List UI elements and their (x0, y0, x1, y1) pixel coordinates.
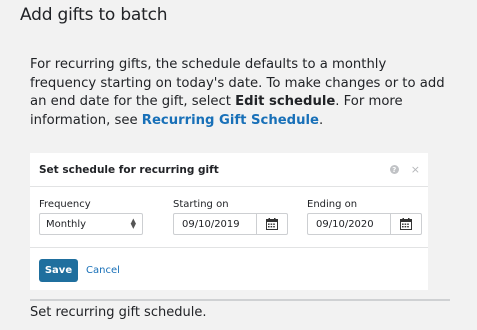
calendar-icon (266, 218, 278, 230)
recurring-gift-schedule-link[interactable]: Recurring Gift Schedule (142, 113, 319, 128)
modal-footer: Save Cancel (39, 259, 120, 282)
help-icon[interactable]: ? (389, 165, 399, 174)
schedule-modal: Set schedule for recurring gift ? × Freq… (30, 153, 428, 290)
starting-on-calendar-button[interactable] (256, 214, 287, 234)
ending-on-value: 09/10/2020 (316, 218, 374, 230)
intro-paragraph: For recurring gifts, the schedule defaul… (30, 56, 450, 130)
modal-title: Set schedule for recurring gift (39, 163, 219, 176)
starting-on-value: 09/10/2019 (182, 218, 240, 230)
caption-divider (30, 299, 450, 301)
figure-caption: Set recurring gift schedule. (30, 305, 207, 320)
calendar-icon (400, 218, 412, 230)
intro-text-3: . (318, 112, 324, 128)
modal-header: Set schedule for recurring gift ? × (30, 153, 428, 187)
ending-on-label: Ending on (307, 199, 358, 210)
select-arrows-icon: ▲ ▼ (130, 217, 136, 230)
frequency-value: Monthly (46, 218, 87, 230)
save-button[interactable]: Save (39, 259, 78, 282)
intro-bold-edit-schedule: Edit schedule (235, 94, 336, 109)
frequency-label: Frequency (39, 199, 91, 210)
close-icon[interactable]: × (411, 164, 420, 175)
starting-on-label: Starting on (173, 199, 229, 210)
ending-on-date-input[interactable]: 09/10/2020 (307, 213, 422, 235)
starting-on-date-input[interactable]: 09/10/2019 (173, 213, 288, 235)
ending-on-calendar-button[interactable] (390, 214, 421, 234)
frequency-select[interactable]: Monthly ▲ ▼ (39, 213, 143, 235)
page-title: Add gifts to batch (20, 5, 168, 25)
cancel-button[interactable]: Cancel (86, 265, 120, 276)
